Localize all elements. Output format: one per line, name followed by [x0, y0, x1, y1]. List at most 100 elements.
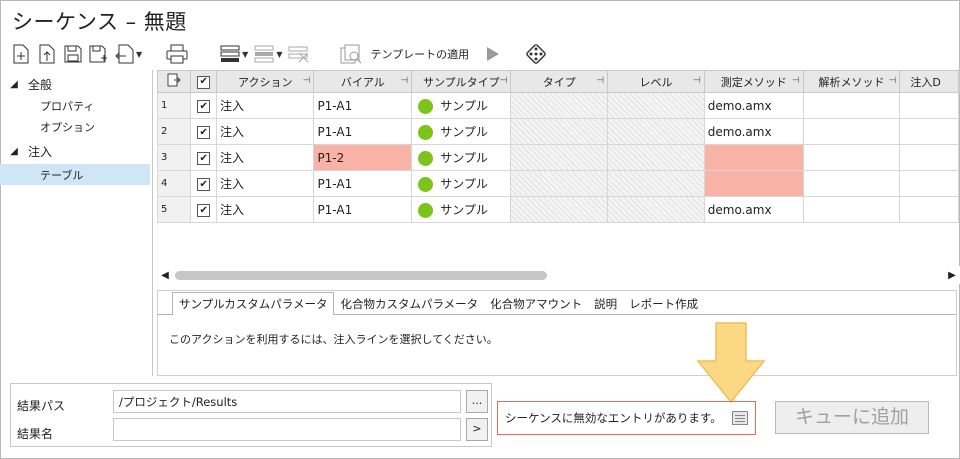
table-row[interactable]: 4 ✔ 注入 P1-A1 サンプル [157, 170, 960, 197]
cell-injection[interactable] [899, 144, 959, 171]
column-header-level[interactable]: レベル ⊣ [607, 70, 705, 93]
cell-analysis-method[interactable] [802, 92, 901, 119]
scroll-track[interactable] [173, 269, 944, 281]
upload-icon[interactable] [36, 43, 58, 65]
cell-level[interactable] [607, 118, 705, 145]
cell-level[interactable] [607, 92, 705, 119]
scroll-left-icon[interactable]: ◀ [157, 270, 173, 281]
cell-sample-type[interactable]: サンプル [411, 144, 512, 171]
tree-item-properties[interactable]: プロパティ [0, 95, 150, 116]
cell-action[interactable]: 注入 [216, 170, 315, 197]
select-all-checkbox[interactable]: ✔ [190, 70, 218, 93]
cell-analysis-method[interactable] [802, 196, 901, 223]
browse-button[interactable]: ... [466, 390, 488, 413]
cell-action[interactable]: 注入 [216, 196, 315, 223]
checkbox-checked-icon[interactable]: ✔ [197, 75, 211, 89]
cell-injection[interactable] [899, 196, 959, 223]
cell-type[interactable] [510, 144, 609, 171]
row-checkbox[interactable]: ✔ [190, 144, 218, 171]
clear-icon[interactable] [288, 43, 310, 65]
checkbox-checked-icon[interactable]: ✔ [197, 152, 211, 166]
save-as-icon[interactable] [88, 43, 110, 65]
result-path-field[interactable]: /プロジェクト/Results [113, 390, 461, 413]
details-document-icon[interactable] [731, 411, 748, 425]
tree-item-options[interactable]: オプション [0, 116, 150, 137]
cell-action[interactable]: 注入 [216, 92, 315, 119]
table-row[interactable]: 1 ✔ 注入 P1-A1 サンプル demo.amx [157, 92, 960, 119]
column-header-measure-method[interactable]: 測定メソッド ⊣ [703, 70, 804, 93]
result-name-field[interactable] [113, 418, 461, 441]
tab-reporting[interactable]: レポート作成 [623, 293, 704, 315]
add-to-queue-button[interactable]: キューに追加 [775, 401, 929, 434]
checkbox-checked-icon[interactable]: ✔ [197, 100, 211, 114]
save-icon[interactable] [62, 43, 84, 65]
tab-sample-custom-params[interactable]: サンプルカスタムパラメータ [172, 292, 335, 315]
cell-injection[interactable] [899, 118, 959, 145]
pin-icon[interactable]: ⊣ [792, 76, 800, 86]
cell-type[interactable] [510, 118, 609, 145]
checkbox-checked-icon[interactable]: ✔ [197, 178, 211, 192]
pin-icon[interactable]: ⊣ [500, 76, 508, 86]
row-checkbox[interactable]: ✔ [190, 92, 218, 119]
export-icon[interactable] [114, 43, 136, 65]
tab-compound-custom-params[interactable]: 化合物カスタムパラメータ [334, 293, 484, 315]
template-icon[interactable] [340, 43, 362, 65]
table-row[interactable]: 2 ✔ 注入 P1-A1 サンプル demo.amx [157, 118, 960, 145]
new-file-icon[interactable] [10, 43, 32, 65]
cell-action[interactable]: 注入 [216, 118, 315, 145]
tab-description[interactable]: 説明 [588, 293, 623, 315]
cell-analysis-method[interactable] [802, 144, 901, 171]
cell-vial[interactable]: P1-A1 [313, 170, 413, 197]
row-number[interactable]: 5 [157, 196, 192, 223]
pin-icon[interactable]: ⊣ [303, 76, 311, 86]
collapse-caret-icon[interactable]: ◢ [6, 79, 22, 90]
row-checkbox[interactable]: ✔ [190, 196, 218, 223]
play-icon[interactable] [481, 43, 503, 65]
cell-measure-method[interactable]: demo.amx [703, 196, 804, 223]
cell-injection[interactable] [899, 92, 959, 119]
dice-icon[interactable] [525, 43, 547, 65]
pin-icon[interactable]: ⊣ [596, 76, 604, 86]
checkbox-checked-icon[interactable]: ✔ [197, 126, 211, 140]
chevron-down-icon[interactable]: ▼ [276, 50, 282, 59]
row-number[interactable]: 3 [157, 144, 192, 171]
cell-action[interactable]: 注入 [216, 144, 315, 171]
collapse-caret-icon[interactable]: ◢ [6, 146, 22, 157]
table-row[interactable]: 5 ✔ 注入 P1-A1 サンプル demo.amx [157, 196, 960, 223]
tree-group-injection[interactable]: ◢ 注入 [0, 141, 150, 162]
cell-vial[interactable]: P1-A1 [313, 118, 413, 145]
result-name-next-button[interactable]: > [466, 418, 488, 441]
cell-vial[interactable]: P1-A1 [313, 92, 413, 119]
row-number[interactable]: 1 [157, 92, 192, 119]
row-checkbox[interactable]: ✔ [190, 170, 218, 197]
chevron-down-icon[interactable]: ▼ [136, 50, 142, 59]
cell-measure-method[interactable]: demo.amx [703, 118, 804, 145]
cell-sample-type[interactable]: サンプル [411, 196, 512, 223]
cell-level[interactable] [607, 144, 705, 171]
cell-injection[interactable] [899, 170, 959, 197]
row-number[interactable]: 2 [157, 118, 192, 145]
horizontal-scrollbar[interactable]: ◀ ▶ [157, 266, 960, 284]
tab-compound-amount[interactable]: 化合物アマウント [484, 293, 588, 315]
column-header-vial[interactable]: バイアル ⊣ [313, 70, 413, 93]
cell-measure-method[interactable]: demo.amx [703, 92, 804, 119]
table-row[interactable]: 3 ✔ 注入 P1-2 サンプル [157, 144, 960, 171]
row-checkbox[interactable]: ✔ [190, 118, 218, 145]
cell-vial[interactable]: P1-2 [313, 144, 413, 171]
column-header-type[interactable]: タイプ ⊣ [510, 70, 609, 93]
delete-row-icon[interactable] [254, 43, 276, 65]
checkbox-checked-icon[interactable]: ✔ [197, 204, 211, 218]
column-header-action[interactable]: アクション ⊣ [216, 70, 315, 93]
scroll-right-icon[interactable]: ▶ [944, 270, 960, 281]
column-header-analysis-method[interactable]: 解析メソッド ⊣ [802, 70, 901, 93]
tree-group-general[interactable]: ◢ 全般 [0, 74, 150, 95]
row-number[interactable]: 4 [157, 170, 192, 197]
cell-sample-type[interactable]: サンプル [411, 170, 512, 197]
cell-sample-type[interactable]: サンプル [411, 118, 512, 145]
apply-template-label[interactable]: テンプレートの適用 [370, 46, 469, 62]
print-icon[interactable] [166, 43, 188, 65]
cell-sample-type[interactable]: サンプル [411, 92, 512, 119]
pin-icon[interactable]: ⊣ [889, 76, 897, 86]
cell-type[interactable] [510, 196, 609, 223]
cell-analysis-method[interactable] [802, 170, 901, 197]
